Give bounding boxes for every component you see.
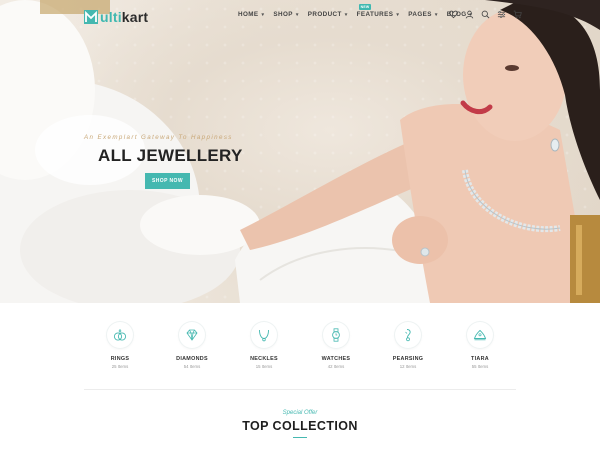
- hero-title: ALL JEWELLERY: [98, 146, 243, 165]
- category-icon-circle: [323, 322, 349, 348]
- hero-subtitle: An Exemplart Gateway To Happiness: [84, 134, 233, 141]
- settings-icon[interactable]: [496, 9, 506, 19]
- category-count: 55 Items: [471, 364, 489, 369]
- category-icon-circle: [395, 322, 421, 348]
- hero-banner: ultikart HOME ▾ SHOP ▾ PRODUCT ▾ NEW FEA…: [0, 0, 600, 303]
- hero-model-image: [0, 0, 600, 303]
- nav-pages[interactable]: PAGES ▾: [408, 11, 438, 18]
- category-row: RINGS 25 Items DIAMONDS 54 Items NECKLES…: [84, 322, 516, 369]
- chevron-down-icon: ▾: [261, 11, 265, 18]
- category-name: DIAMONDS: [176, 356, 208, 362]
- chevron-down-icon: ▾: [344, 11, 348, 18]
- category-watches[interactable]: WATCHES 42 Items: [300, 322, 372, 369]
- category-name: WATCHES: [321, 356, 351, 362]
- nav-pages-label: PAGES: [408, 11, 432, 18]
- diamond-icon: [186, 329, 198, 341]
- category-count: 54 Items: [183, 364, 201, 369]
- nav-product-label: PRODUCT: [307, 11, 342, 18]
- title-underline: [293, 437, 307, 438]
- search-icon[interactable]: [480, 9, 490, 19]
- cart-icon[interactable]: [512, 9, 522, 19]
- heart-icon[interactable]: [448, 9, 458, 19]
- category-count: 42 Items: [327, 364, 345, 369]
- category-icon-circle: [467, 322, 493, 348]
- category-count: 15 Items: [255, 364, 273, 369]
- section-divider: [84, 389, 516, 390]
- special-offer-label: Special Offer: [282, 410, 318, 416]
- user-icon[interactable]: [464, 9, 474, 19]
- category-icon-circle: [179, 322, 205, 348]
- nav-shop[interactable]: SHOP ▾: [273, 11, 298, 18]
- category-name: NECKLES: [250, 356, 278, 362]
- nav-product[interactable]: PRODUCT ▾: [308, 11, 348, 18]
- category-rings[interactable]: RINGS 25 Items: [84, 322, 156, 369]
- shop-now-button[interactable]: SHOP NOW: [145, 173, 190, 189]
- chevron-down-icon: ▾: [396, 11, 400, 18]
- category-pearsing[interactable]: PEARSING 12 Items: [372, 322, 444, 369]
- category-neckles[interactable]: NECKLES 15 Items: [228, 322, 300, 369]
- category-diamonds[interactable]: DIAMONDS 54 Items: [156, 322, 228, 369]
- category-icon-circle: [251, 322, 277, 348]
- watch-icon: [332, 328, 340, 342]
- necklace-icon: [259, 329, 269, 342]
- tiara-icon: [473, 329, 487, 341]
- category-name: TIARA: [471, 356, 489, 362]
- category-name: PEARSING: [392, 356, 424, 362]
- earring-icon: [405, 329, 411, 342]
- nav-home-label: HOME: [238, 11, 259, 18]
- logo-m-mark-icon: [84, 10, 98, 24]
- ring-icon: [113, 328, 127, 341]
- chevron-down-icon: ▾: [295, 11, 299, 18]
- category-name: RINGS: [110, 356, 130, 362]
- chevron-down-icon: ▾: [434, 11, 438, 18]
- nav-shop-label: SHOP: [273, 11, 293, 18]
- nav-home[interactable]: HOME ▾: [238, 11, 264, 18]
- new-badge: NEW: [358, 4, 372, 10]
- nav-features[interactable]: NEW FEATURES ▾: [356, 4, 400, 18]
- main-nav: HOME ▾ SHOP ▾ PRODUCT ▾ NEW FEATURES ▾ P…: [238, 4, 481, 18]
- category-count: 12 Items: [399, 364, 417, 369]
- category-tiara[interactable]: TIARA 55 Items: [444, 322, 516, 369]
- category-count: 25 Items: [111, 364, 129, 369]
- category-icon-circle: [107, 322, 133, 348]
- header-icons: [448, 9, 522, 19]
- logo-text: ultikart: [100, 9, 149, 25]
- section-title: TOP COLLECTION: [242, 419, 358, 433]
- nav-features-label: FEATURES: [356, 11, 394, 18]
- site-logo[interactable]: ultikart: [84, 8, 148, 26]
